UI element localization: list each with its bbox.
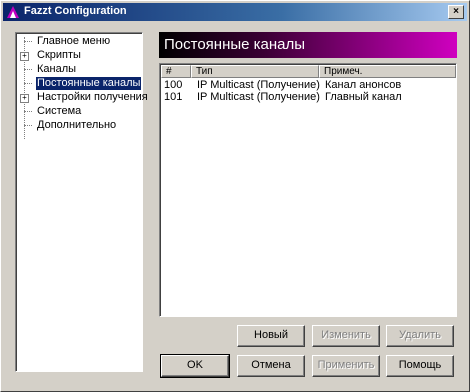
tree-item-label: Главное меню <box>37 35 111 47</box>
cancel-button[interactable]: Отмена <box>237 355 305 377</box>
help-button[interactable]: Помощь <box>386 355 454 377</box>
window-title: Fazzt Configuration <box>24 5 127 17</box>
edit-button[interactable]: Изменить <box>312 325 380 347</box>
cell-type: IP Multicast (Получение) <box>197 91 320 103</box>
table-row[interactable]: 100 IP Multicast (Получение) Канал анонс… <box>161 79 456 91</box>
config-window: Fazzt Configuration × Главное меню + Скр… <box>0 0 470 392</box>
column-header-type[interactable]: Тип <box>191 65 319 78</box>
column-header-note[interactable]: Примеч. <box>319 65 456 78</box>
cancel-button-label: Отмена <box>251 359 291 371</box>
column-header-number[interactable]: # <box>161 65 191 78</box>
tree-item-label: Постоянные каналы <box>36 77 142 90</box>
list-header: # Тип Примеч. <box>161 65 456 78</box>
help-button-label: Помощь <box>398 359 442 371</box>
ok-button[interactable]: OK <box>160 354 230 378</box>
tree-item-label: Каналы <box>37 63 77 75</box>
edit-button-label: Изменить <box>321 329 371 341</box>
apply-button[interactable]: Применить <box>312 355 380 377</box>
settings-tree[interactable]: Главное меню + Скрипты Каналы Постоянные… <box>15 32 148 372</box>
channels-list[interactable]: # Тип Примеч. 100 IP Multicast (Получени… <box>159 63 457 317</box>
apply-button-label: Применить <box>317 359 375 371</box>
title-bar[interactable]: Fazzt Configuration × <box>3 3 467 21</box>
expand-icon[interactable]: + <box>20 52 29 61</box>
expand-icon[interactable]: + <box>20 94 29 103</box>
cell-note: Канал анонсов <box>325 79 402 91</box>
new-button[interactable]: Новый <box>237 325 305 347</box>
tree-item-label: Система <box>37 105 82 117</box>
tree-item-label: Скрипты <box>37 49 81 61</box>
table-row[interactable]: 101 IP Multicast (Получение) Главный кан… <box>161 91 456 103</box>
delete-button-label: Удалить <box>399 329 441 341</box>
delete-button[interactable]: Удалить <box>386 325 454 347</box>
cell-note: Главный канал <box>325 91 402 103</box>
cell-number: 101 <box>164 91 183 103</box>
close-icon: × <box>453 6 459 17</box>
cell-number: 100 <box>164 79 183 91</box>
cell-type: IP Multicast (Получение) <box>197 79 320 91</box>
tree-item-label: Настройки получения <box>37 91 148 103</box>
ok-button-label: OK <box>187 359 203 371</box>
panel-title: Постоянные каналы <box>159 32 457 58</box>
tree-item-label: Дополнительно <box>37 119 117 131</box>
close-button[interactable]: × <box>448 5 464 19</box>
new-button-label: Новый <box>254 329 288 341</box>
app-icon <box>7 6 19 18</box>
